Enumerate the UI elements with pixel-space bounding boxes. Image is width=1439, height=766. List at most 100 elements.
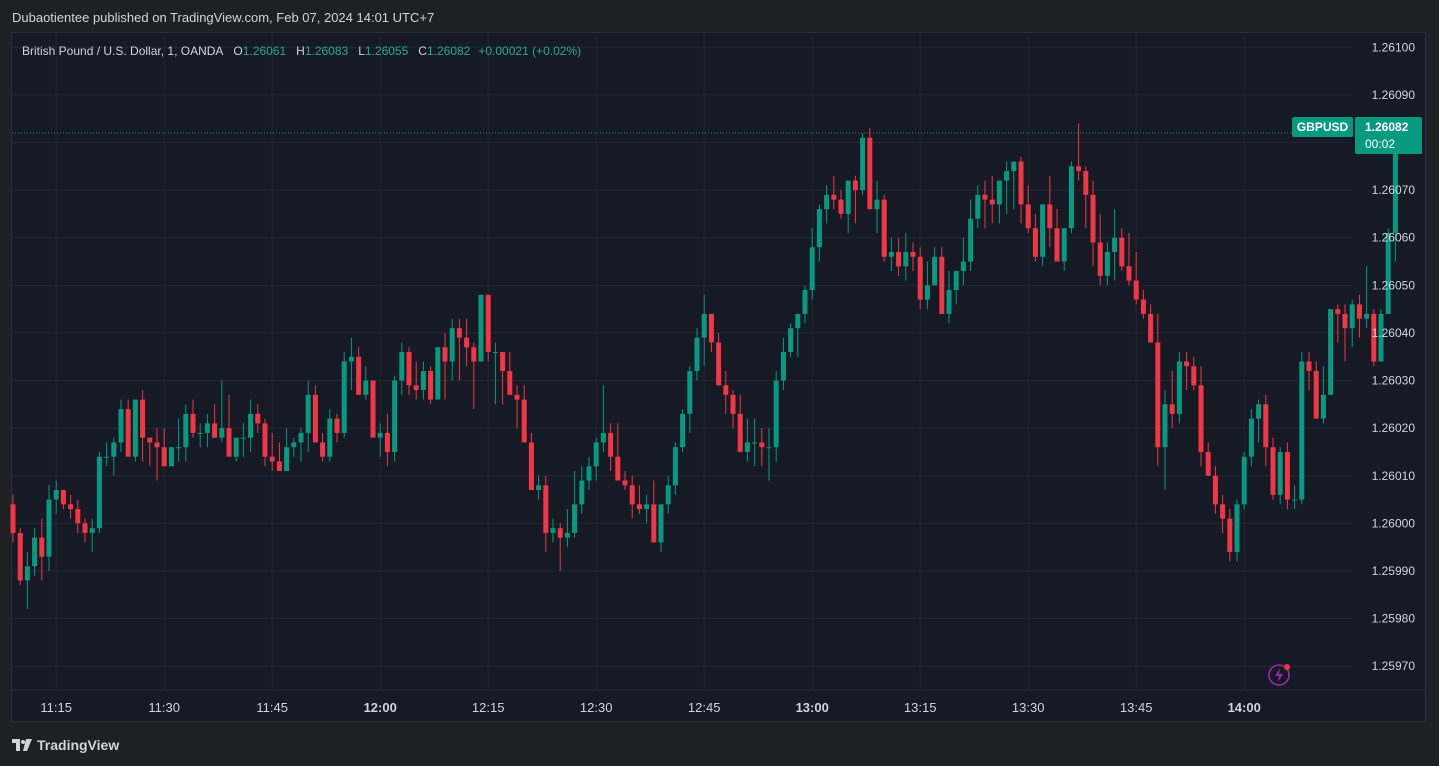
candle-body: [1198, 385, 1204, 452]
candle-body: [737, 413, 743, 452]
candle: [233, 437, 239, 462]
candle: [1263, 394, 1269, 467]
candle: [341, 351, 347, 438]
price-tick-label: 1.26030: [1372, 374, 1416, 388]
candle: [219, 380, 225, 443]
candle: [1313, 361, 1319, 419]
candle-body: [478, 294, 484, 362]
candle-body: [672, 447, 678, 486]
candle: [629, 475, 635, 519]
candle-body: [708, 313, 714, 343]
candle: [1047, 175, 1053, 248]
candle-body: [665, 485, 671, 505]
candle: [579, 466, 585, 514]
candle: [10, 494, 16, 543]
candle-body: [492, 351, 498, 353]
candle: [1328, 309, 1334, 395]
candle: [348, 337, 354, 391]
symbol-description[interactable]: British Pound / U.S. Dollar, 1, OANDA: [22, 44, 223, 58]
candle: [564, 509, 570, 548]
candle: [118, 399, 124, 452]
candlestick-chart[interactable]: 1.261001.260901.260801.260701.260601.260…: [0, 0, 1439, 766]
time-tick-label: 13:15: [904, 700, 937, 715]
candle-body: [1119, 237, 1125, 267]
candle: [356, 347, 362, 395]
candle: [809, 228, 815, 300]
candle: [125, 399, 131, 457]
time-tick-label: 12:30: [580, 700, 613, 715]
candle-body: [233, 437, 239, 457]
candle: [1040, 204, 1046, 267]
tradingview-logo[interactable]: TradingView: [12, 737, 119, 753]
candle: [334, 413, 340, 443]
candle-body: [608, 432, 614, 457]
candle: [384, 413, 390, 467]
candle: [989, 175, 995, 224]
candle-body: [204, 423, 210, 433]
candle: [1155, 313, 1161, 467]
candle-body: [1076, 166, 1082, 172]
candle: [363, 366, 369, 400]
candle-body: [888, 252, 894, 257]
candle-body: [701, 313, 707, 338]
candle: [651, 480, 657, 543]
candle: [982, 180, 988, 229]
candle-body: [96, 456, 102, 529]
candle: [1018, 156, 1024, 224]
candle-body: [68, 504, 74, 510]
candle-body: [752, 442, 758, 444]
candle-body: [377, 432, 383, 438]
candle-body: [161, 447, 167, 467]
candle: [1284, 442, 1290, 510]
candle-body: [1004, 171, 1010, 181]
candle: [593, 437, 599, 481]
candle-body: [269, 456, 275, 462]
candle-body: [550, 528, 556, 533]
candle-body: [975, 194, 981, 219]
candle-body: [147, 437, 153, 443]
bar-countdown: 00:02: [1365, 137, 1396, 151]
candle: [1198, 366, 1204, 467]
candle-body: [636, 504, 642, 510]
candle-body: [255, 413, 261, 424]
candle-body: [500, 351, 506, 372]
candle-body: [528, 442, 534, 491]
candle-body: [939, 256, 945, 314]
candle-body: [723, 385, 729, 395]
candle: [874, 180, 880, 233]
candle: [1299, 351, 1305, 505]
time-tick-label: 13:30: [1012, 700, 1045, 715]
candle-body: [118, 409, 124, 443]
candle: [1061, 228, 1067, 272]
candle: [1248, 409, 1254, 467]
candle-body: [860, 137, 866, 191]
candle: [622, 471, 628, 491]
chart-grid: [12, 33, 1352, 690]
candle: [406, 347, 412, 395]
candle: [449, 318, 455, 381]
candle: [852, 175, 858, 224]
candle: [680, 409, 686, 452]
candle: [1011, 161, 1017, 210]
candle-body: [536, 485, 542, 491]
candle: [665, 475, 671, 514]
candle-body: [809, 247, 815, 291]
candle-body: [406, 351, 412, 386]
candle: [1176, 351, 1182, 424]
change-value: +0.00021 (+0.02%): [478, 44, 582, 58]
candle: [140, 390, 146, 462]
candle-body: [572, 504, 578, 533]
candle-body: [1349, 304, 1355, 329]
candle-body: [320, 442, 326, 457]
candle-body: [212, 423, 218, 438]
candle: [1083, 166, 1089, 229]
candle-body: [845, 180, 851, 214]
candle-body: [579, 480, 585, 505]
candle-body: [334, 418, 340, 433]
lightning-bolt-icon[interactable]: [1267, 663, 1291, 687]
price-tick-label: 1.26010: [1372, 469, 1416, 483]
candle-body: [464, 337, 470, 348]
open-value: 1.26061: [242, 44, 287, 58]
candle: [154, 428, 160, 481]
time-tick-label: 13:45: [1120, 700, 1153, 715]
